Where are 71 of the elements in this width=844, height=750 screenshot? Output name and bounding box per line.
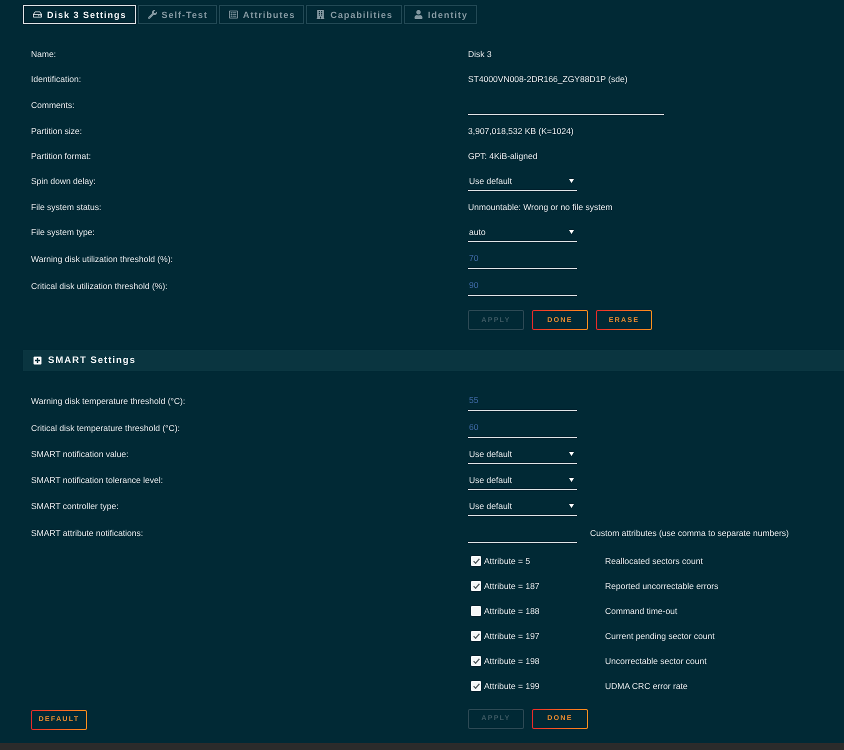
field-label: Identification: [31, 74, 82, 84]
field-value: ST4000VN008-2DR166_ZGY88D1P (sde) [468, 74, 628, 84]
tab[interactable]: Attributes [218, 5, 304, 24]
dropdown[interactable]: auto [468, 222, 577, 242]
attribute-description: UDMA CRC error rate [605, 680, 688, 690]
attribute-description: Uncorrectable sector count [605, 656, 707, 666]
field-value: GPT: 4KiB-aligned [468, 150, 538, 160]
attribute-description: Current pending sector count [605, 630, 715, 640]
tab[interactable]: Disk 3 Settings [23, 5, 136, 24]
dropdown[interactable]: Use default [468, 496, 577, 516]
field-value: Unmountable: Wrong or no file system [468, 202, 612, 212]
caret-icon [569, 452, 574, 456]
checkbox[interactable] [471, 656, 481, 666]
field-label: Critical disk temperature threshold (°C): [31, 422, 180, 432]
tab[interactable]: Self-Test [138, 5, 217, 24]
field-label: File system status: [31, 202, 102, 212]
checkbox[interactable] [471, 556, 481, 566]
field-label: Spin down delay: [31, 176, 96, 186]
field-value: Disk 3 [468, 48, 492, 58]
attribute-label: Attribute = 198 [484, 656, 540, 666]
field-label: Partition size: [31, 126, 82, 136]
hard-drive-icon [33, 10, 42, 19]
field-label: Name: [31, 48, 56, 58]
section-title: SMART Settings [48, 355, 136, 366]
attribute-label: Attribute = 187 [484, 580, 540, 590]
check-icon [472, 558, 480, 564]
checkbox[interactable] [471, 680, 481, 690]
checkbox[interactable] [471, 580, 481, 590]
input-field[interactable]: 55 [468, 390, 577, 410]
checkbox[interactable] [471, 606, 481, 616]
dropdown[interactable]: Use default [468, 470, 577, 490]
input-field[interactable]: 70 [468, 248, 577, 268]
building-icon [316, 10, 326, 19]
caret-icon [569, 230, 574, 234]
dropdown[interactable]: Use default [468, 444, 577, 464]
field-label: SMART controller type: [31, 501, 119, 511]
attribute-label: Attribute = 188 [484, 606, 540, 616]
field-label: Comments: [31, 100, 74, 110]
checkbox[interactable] [471, 630, 481, 640]
caret-icon [569, 178, 574, 182]
field-label: SMART notification value: [31, 449, 128, 459]
attribute-description: Reallocated sectors count [605, 556, 703, 566]
list-icon [228, 10, 238, 19]
input-field[interactable]: 90 [468, 276, 577, 296]
plus-icon[interactable] [33, 356, 42, 365]
attribute-label: Attribute = 197 [484, 630, 540, 640]
tab[interactable]: Capabilities [306, 5, 402, 24]
dropdown[interactable]: Use default [468, 171, 577, 191]
field-label: SMART attribute notifications: [31, 528, 144, 538]
field-label: Partition format: [31, 150, 91, 160]
user-icon [414, 10, 423, 19]
caret-icon [569, 478, 574, 482]
tab[interactable]: Identity [404, 5, 477, 24]
field-value: 3,907,018,532 KB (K=1024) [468, 126, 574, 136]
field-label: SMART notification tolerance level: [31, 475, 163, 485]
attribute-label: Attribute = 199 [484, 680, 540, 690]
attribute-description: Reported uncorrectable errors [605, 580, 718, 590]
check-icon [472, 682, 480, 688]
field-label: Critical disk utilization threshold (%): [31, 280, 168, 290]
check-icon [472, 658, 480, 664]
field-label: Warning disk utilization threshold (%): [31, 254, 173, 264]
wrench-icon [148, 10, 157, 19]
field-label: File system type: [31, 227, 95, 237]
field-label: Warning disk temperature threshold (°C): [31, 396, 186, 406]
attribute-label: Attribute = 5 [484, 556, 530, 566]
field-hint: Custom attributes (use comma to separate numbers) [590, 528, 789, 538]
attribute-description: Command time-out [605, 606, 678, 616]
input-field[interactable]: 60 [468, 418, 577, 438]
caret-icon [569, 504, 574, 508]
check-icon [472, 632, 480, 638]
check-icon [472, 582, 480, 588]
